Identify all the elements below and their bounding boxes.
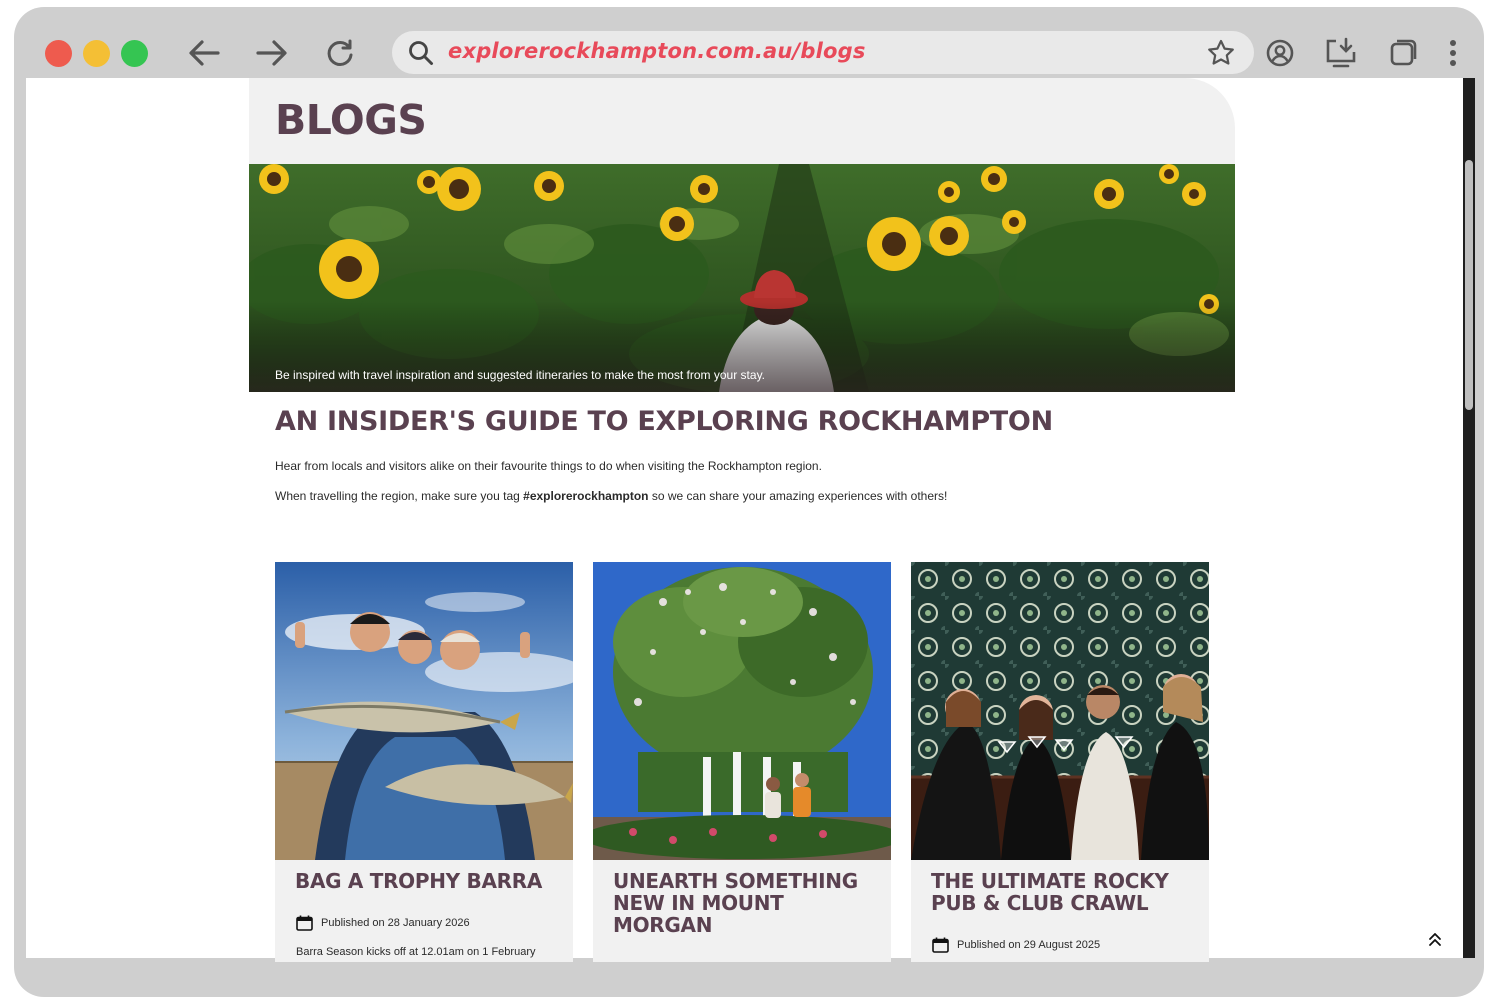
calendar-icon	[932, 937, 949, 953]
calendar-icon	[296, 915, 313, 931]
hero-caption: Be inspired with travel inspiration and …	[275, 368, 766, 382]
install-button[interactable]	[1321, 33, 1361, 73]
sunflower-field-image	[249, 164, 1235, 392]
account-icon	[1266, 39, 1294, 67]
star-icon[interactable]	[1206, 38, 1236, 68]
hashtag: #explorerockhampton	[523, 489, 649, 503]
more-menu-button[interactable]	[1433, 33, 1473, 73]
blog-card[interactable]: THE ULTIMATE ROCKY PUB & CLUB CRAWL Publ…	[911, 562, 1209, 962]
tabs-button[interactable]	[1383, 33, 1423, 73]
account-button[interactable]	[1260, 33, 1300, 73]
reload-icon	[327, 39, 353, 66]
more-icon	[1450, 40, 1456, 66]
install-icon	[1326, 37, 1356, 68]
back-to-top-button[interactable]	[1424, 928, 1446, 950]
forward-button[interactable]	[252, 33, 292, 73]
address-bar[interactable]: explorerockhampton.com.au/blogs	[392, 31, 1254, 74]
search-icon	[409, 41, 433, 65]
card-image-pub	[911, 562, 1209, 860]
url-text: explorerockhampton.com.au/blogs	[448, 39, 866, 63]
card-image-fishing	[275, 562, 573, 860]
card-title: BAG A TROPHY BARRA	[295, 869, 543, 893]
published-text: Published on 28 January 2026	[321, 917, 470, 929]
blog-card[interactable]: UNEARTH SOMETHING NEW IN MOUNT MORGAN	[593, 562, 891, 962]
intro-paragraph-1: Hear from locals and visitors alike on t…	[275, 459, 822, 473]
minimize-window-button[interactable]	[83, 40, 110, 67]
reload-button[interactable]	[320, 33, 360, 73]
close-window-button[interactable]	[45, 40, 72, 67]
card-image-gardens	[593, 562, 891, 860]
card-published-date: Published on 29 August 2025	[932, 937, 1100, 953]
section-heading: AN INSIDER'S GUIDE TO EXPLORING ROCKHAMP…	[275, 406, 1053, 437]
double-chevron-up-icon	[1429, 933, 1441, 946]
card-excerpt: Barra Season kicks off at 12.01am on 1 F…	[296, 946, 536, 958]
tab-icon	[1390, 39, 1417, 66]
intro-text-suffix: so we can share your amazing experiences…	[648, 489, 948, 503]
intro-paragraph-2: When travelling the region, make sure yo…	[275, 489, 947, 503]
blog-card[interactable]: BAG A TROPHY BARRA Published on 28 Janua…	[275, 562, 573, 962]
card-published-date: Published on 28 January 2026	[296, 915, 470, 931]
forward-arrow-icon	[256, 40, 287, 66]
published-text: Published on 29 August 2025	[957, 939, 1101, 951]
maximize-window-button[interactable]	[121, 40, 148, 67]
page-header: BLOGS	[249, 78, 1235, 164]
page-title: BLOGS	[275, 96, 427, 144]
scrollbar-thumb[interactable]	[1465, 160, 1473, 410]
back-arrow-icon	[189, 40, 220, 66]
back-button[interactable]	[184, 33, 224, 73]
card-title: THE ULTIMATE ROCKY PUB & CLUB CRAWL	[931, 869, 1169, 915]
hero-image: Be inspired with travel inspiration and …	[249, 164, 1235, 392]
card-title: UNEARTH SOMETHING NEW IN MOUNT MORGAN	[613, 869, 858, 937]
intro-text: When travelling the region, make sure yo…	[275, 489, 524, 503]
